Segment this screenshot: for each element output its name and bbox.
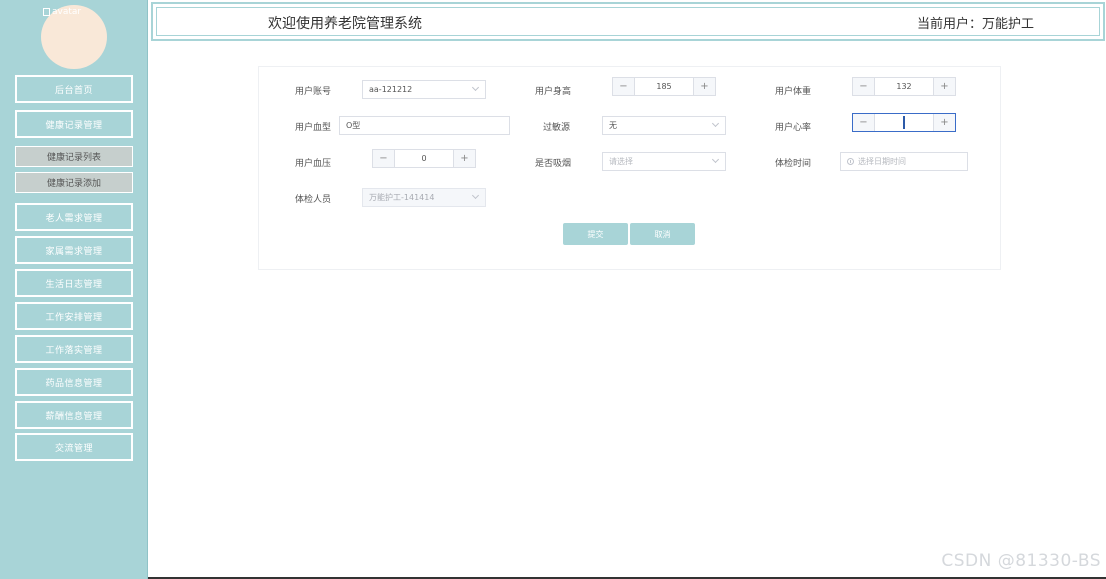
sidebar-item-salary[interactable]: 薪酬信息管理 (15, 401, 133, 429)
blood-type-input[interactable]: O型 (339, 116, 510, 135)
blood-type-label: 用户血型 (295, 123, 332, 133)
cancel-button[interactable]: 取消 (630, 223, 695, 245)
sidebar-subitem-health-record-add[interactable]: 健康记录添加 (15, 172, 133, 193)
sidebar-item-elder-needs[interactable]: 老人需求管理 (15, 203, 133, 231)
sidebar-item-home[interactable]: 后台首页 (15, 75, 133, 103)
sidebar-item-medicine[interactable]: 药品信息管理 (15, 368, 133, 396)
page-title: 欢迎使用养老院管理系统 (268, 16, 422, 32)
chevron-down-icon (711, 155, 720, 164)
heart-rate-label: 用户心率 (775, 123, 812, 133)
account-select[interactable]: aa-121212 (362, 80, 486, 99)
weight-label: 用户体重 (775, 87, 812, 97)
height-label: 用户身高 (535, 87, 572, 97)
sidebar-item-health-records[interactable]: 健康记录管理 (15, 110, 133, 138)
submit-button[interactable]: 提交 (563, 223, 628, 245)
blood-pressure-value[interactable]: 0 (395, 150, 453, 167)
sidebar-item-work-implementation[interactable]: 工作落实管理 (15, 335, 133, 363)
chevron-down-icon (711, 119, 720, 128)
allergen-value: 无 (609, 121, 617, 130)
sidebar-item-family-needs[interactable]: 家属需求管理 (15, 236, 133, 264)
height-decrease-button[interactable]: − (613, 78, 635, 95)
chevron-down-icon (471, 83, 480, 92)
broken-image-icon (43, 8, 50, 16)
heart-rate-decrease-button[interactable]: − (853, 114, 875, 131)
watermark: CSDN @81330-BS (941, 551, 1101, 571)
smoking-placeholder: 请选择 (609, 157, 633, 166)
blood-pressure-decrease-button[interactable]: − (373, 150, 395, 167)
allergen-select[interactable]: 无 (602, 116, 726, 135)
examiner-value: 万能护工-141414 (369, 193, 435, 202)
exam-time-picker[interactable]: 选择日期时间 (840, 152, 968, 171)
sidebar-subitem-health-record-list[interactable]: 健康记录列表 (15, 146, 133, 167)
sidebar: avatar 后台首页 健康记录管理 健康记录列表 健康记录添加 老人需求管理 … (0, 0, 148, 579)
text-cursor (903, 116, 905, 129)
clock-icon (847, 158, 854, 165)
avatar-broken-image: avatar (43, 7, 81, 17)
weight-decrease-button[interactable]: − (853, 78, 875, 95)
blood-type-value: O型 (346, 121, 361, 130)
weight-stepper[interactable]: − 132 + (852, 77, 956, 96)
blood-pressure-increase-button[interactable]: + (453, 150, 475, 167)
examiner-select: 万能护工-141414 (362, 188, 486, 207)
top-header: 欢迎使用养老院管理系统 当前用户：万能护工 (151, 2, 1105, 41)
chevron-down-icon (471, 191, 480, 200)
height-increase-button[interactable]: + (693, 78, 715, 95)
account-label: 用户账号 (295, 87, 332, 97)
current-user: 当前用户：万能护工 (916, 17, 1034, 32)
sidebar-item-work-schedule[interactable]: 工作安排管理 (15, 302, 133, 330)
height-stepper[interactable]: − 185 + (612, 77, 716, 96)
account-value: aa-121212 (369, 85, 413, 94)
height-value[interactable]: 185 (635, 78, 693, 95)
exam-time-placeholder: 选择日期时间 (858, 157, 906, 166)
blood-pressure-label: 用户血压 (295, 159, 332, 169)
examiner-label: 体检人员 (295, 195, 332, 205)
heart-rate-stepper[interactable]: − + (852, 113, 956, 132)
allergen-label: 过敏源 (543, 123, 571, 133)
smoking-select[interactable]: 请选择 (602, 152, 726, 171)
heart-rate-increase-button[interactable]: + (933, 114, 955, 131)
smoking-label: 是否吸烟 (535, 159, 572, 169)
sidebar-item-communication[interactable]: 交流管理 (15, 433, 133, 461)
avatar-alt-text: avatar (52, 7, 82, 17)
exam-time-label: 体检时间 (775, 159, 812, 169)
sidebar-item-life-log[interactable]: 生活日志管理 (15, 269, 133, 297)
heart-rate-value[interactable] (875, 114, 933, 131)
weight-increase-button[interactable]: + (933, 78, 955, 95)
weight-value[interactable]: 132 (875, 78, 933, 95)
blood-pressure-stepper[interactable]: − 0 + (372, 149, 476, 168)
